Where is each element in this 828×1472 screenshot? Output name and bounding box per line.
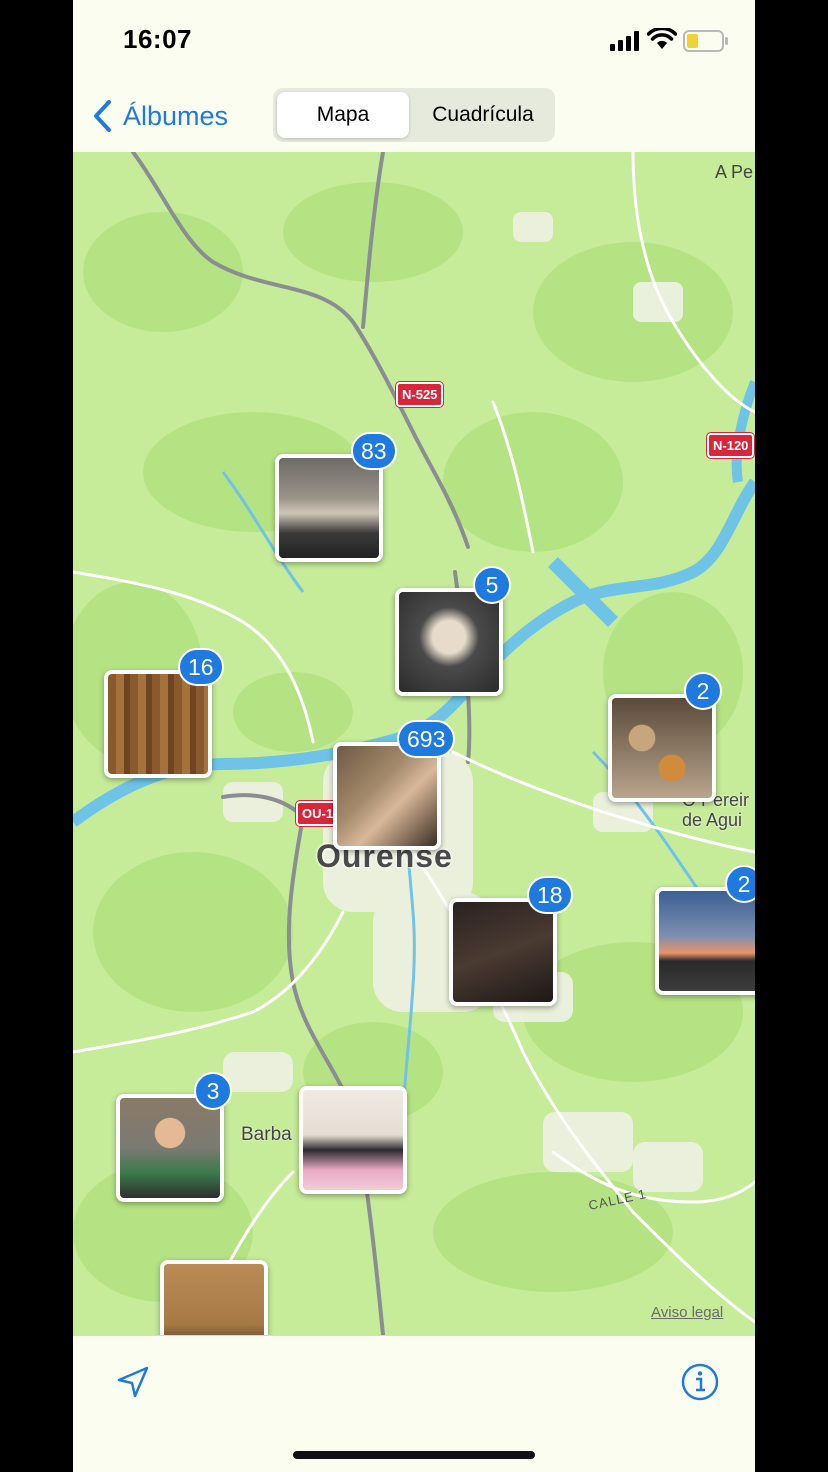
- photos-map-screen: 16:07 Álbumes Mapa Cuadrícula A Pe Ouren…: [73, 0, 755, 1472]
- segment-map[interactable]: Mapa: [277, 92, 409, 138]
- photo-count-badge: 18: [527, 876, 573, 914]
- photo-count-badge: 2: [725, 865, 755, 903]
- photo-thumbnail: [399, 592, 499, 692]
- photo-thumbnail: [612, 698, 712, 798]
- photo-count-badge: 5: [473, 566, 511, 604]
- photo-cluster-pin[interactable]: 2: [655, 865, 755, 995]
- photo-count-badge: 83: [351, 432, 397, 470]
- road-sign-n525: N-525: [396, 382, 444, 407]
- photo-cluster-pin[interactable]: 3: [116, 1072, 232, 1202]
- legal-notice-link[interactable]: Aviso legal: [651, 1304, 723, 1321]
- photo-thumbnail: [659, 891, 755, 991]
- navigation-bar: Álbumes Mapa Cuadrícula: [73, 80, 755, 153]
- photo-thumbnail: [108, 674, 208, 774]
- photo-cluster-pin[interactable]: [160, 1260, 268, 1335]
- photo-thumbnail: [303, 1090, 403, 1190]
- photo-thumbnail: [164, 1264, 264, 1335]
- segment-grid[interactable]: Cuadrícula: [413, 92, 553, 138]
- photo-cluster-pin[interactable]: 16: [104, 648, 224, 778]
- photo-thumbnail: [453, 902, 553, 1002]
- road-sign-n120: N-120: [707, 433, 755, 458]
- photo-cluster-pin[interactable]: 5: [395, 566, 511, 696]
- photo-cluster-pin[interactable]: 693: [333, 720, 456, 850]
- map-label-a-pe: A Pe: [715, 162, 754, 182]
- back-button-label: Álbumes: [123, 100, 229, 131]
- photo-thumbnail: [120, 1098, 220, 1198]
- chevron-left-icon: [94, 100, 111, 132]
- photo-thumbnail: [337, 746, 437, 846]
- photo-count-badge: 3: [194, 1072, 232, 1110]
- wifi-icon: [647, 28, 677, 49]
- photo-count-badge: 16: [178, 648, 224, 686]
- photo-cluster-pin[interactable]: 2: [608, 672, 722, 802]
- bottom-toolbar: [73, 1335, 755, 1472]
- location-arrow-icon[interactable]: [115, 1364, 151, 1400]
- photo-count-badge: 693: [397, 720, 456, 758]
- photo-thumbnail: [279, 458, 379, 558]
- photo-cluster-pin[interactable]: [299, 1086, 407, 1194]
- status-time: 16:07: [123, 24, 192, 54]
- info-circle-icon[interactable]: [680, 1362, 720, 1402]
- back-button[interactable]: Álbumes: [91, 96, 228, 136]
- map-label-pereira-line2: de Agui: [682, 810, 743, 830]
- photo-count-badge: 2: [684, 672, 722, 710]
- map-view[interactable]: A Pe Ourense Barba O Pereir de Agui CALL…: [73, 152, 755, 1335]
- cellular-signal-icon: [610, 31, 639, 51]
- battery-icon: [683, 30, 728, 52]
- home-indicator: [293, 1451, 535, 1459]
- status-bar: 16:07: [73, 0, 755, 80]
- photo-cluster-pin[interactable]: 83: [275, 432, 397, 562]
- view-mode-segmented-control: Mapa Cuadrícula: [273, 88, 555, 142]
- photo-cluster-pin[interactable]: 18: [449, 876, 573, 1006]
- map-label-barba: Barba: [241, 1124, 292, 1145]
